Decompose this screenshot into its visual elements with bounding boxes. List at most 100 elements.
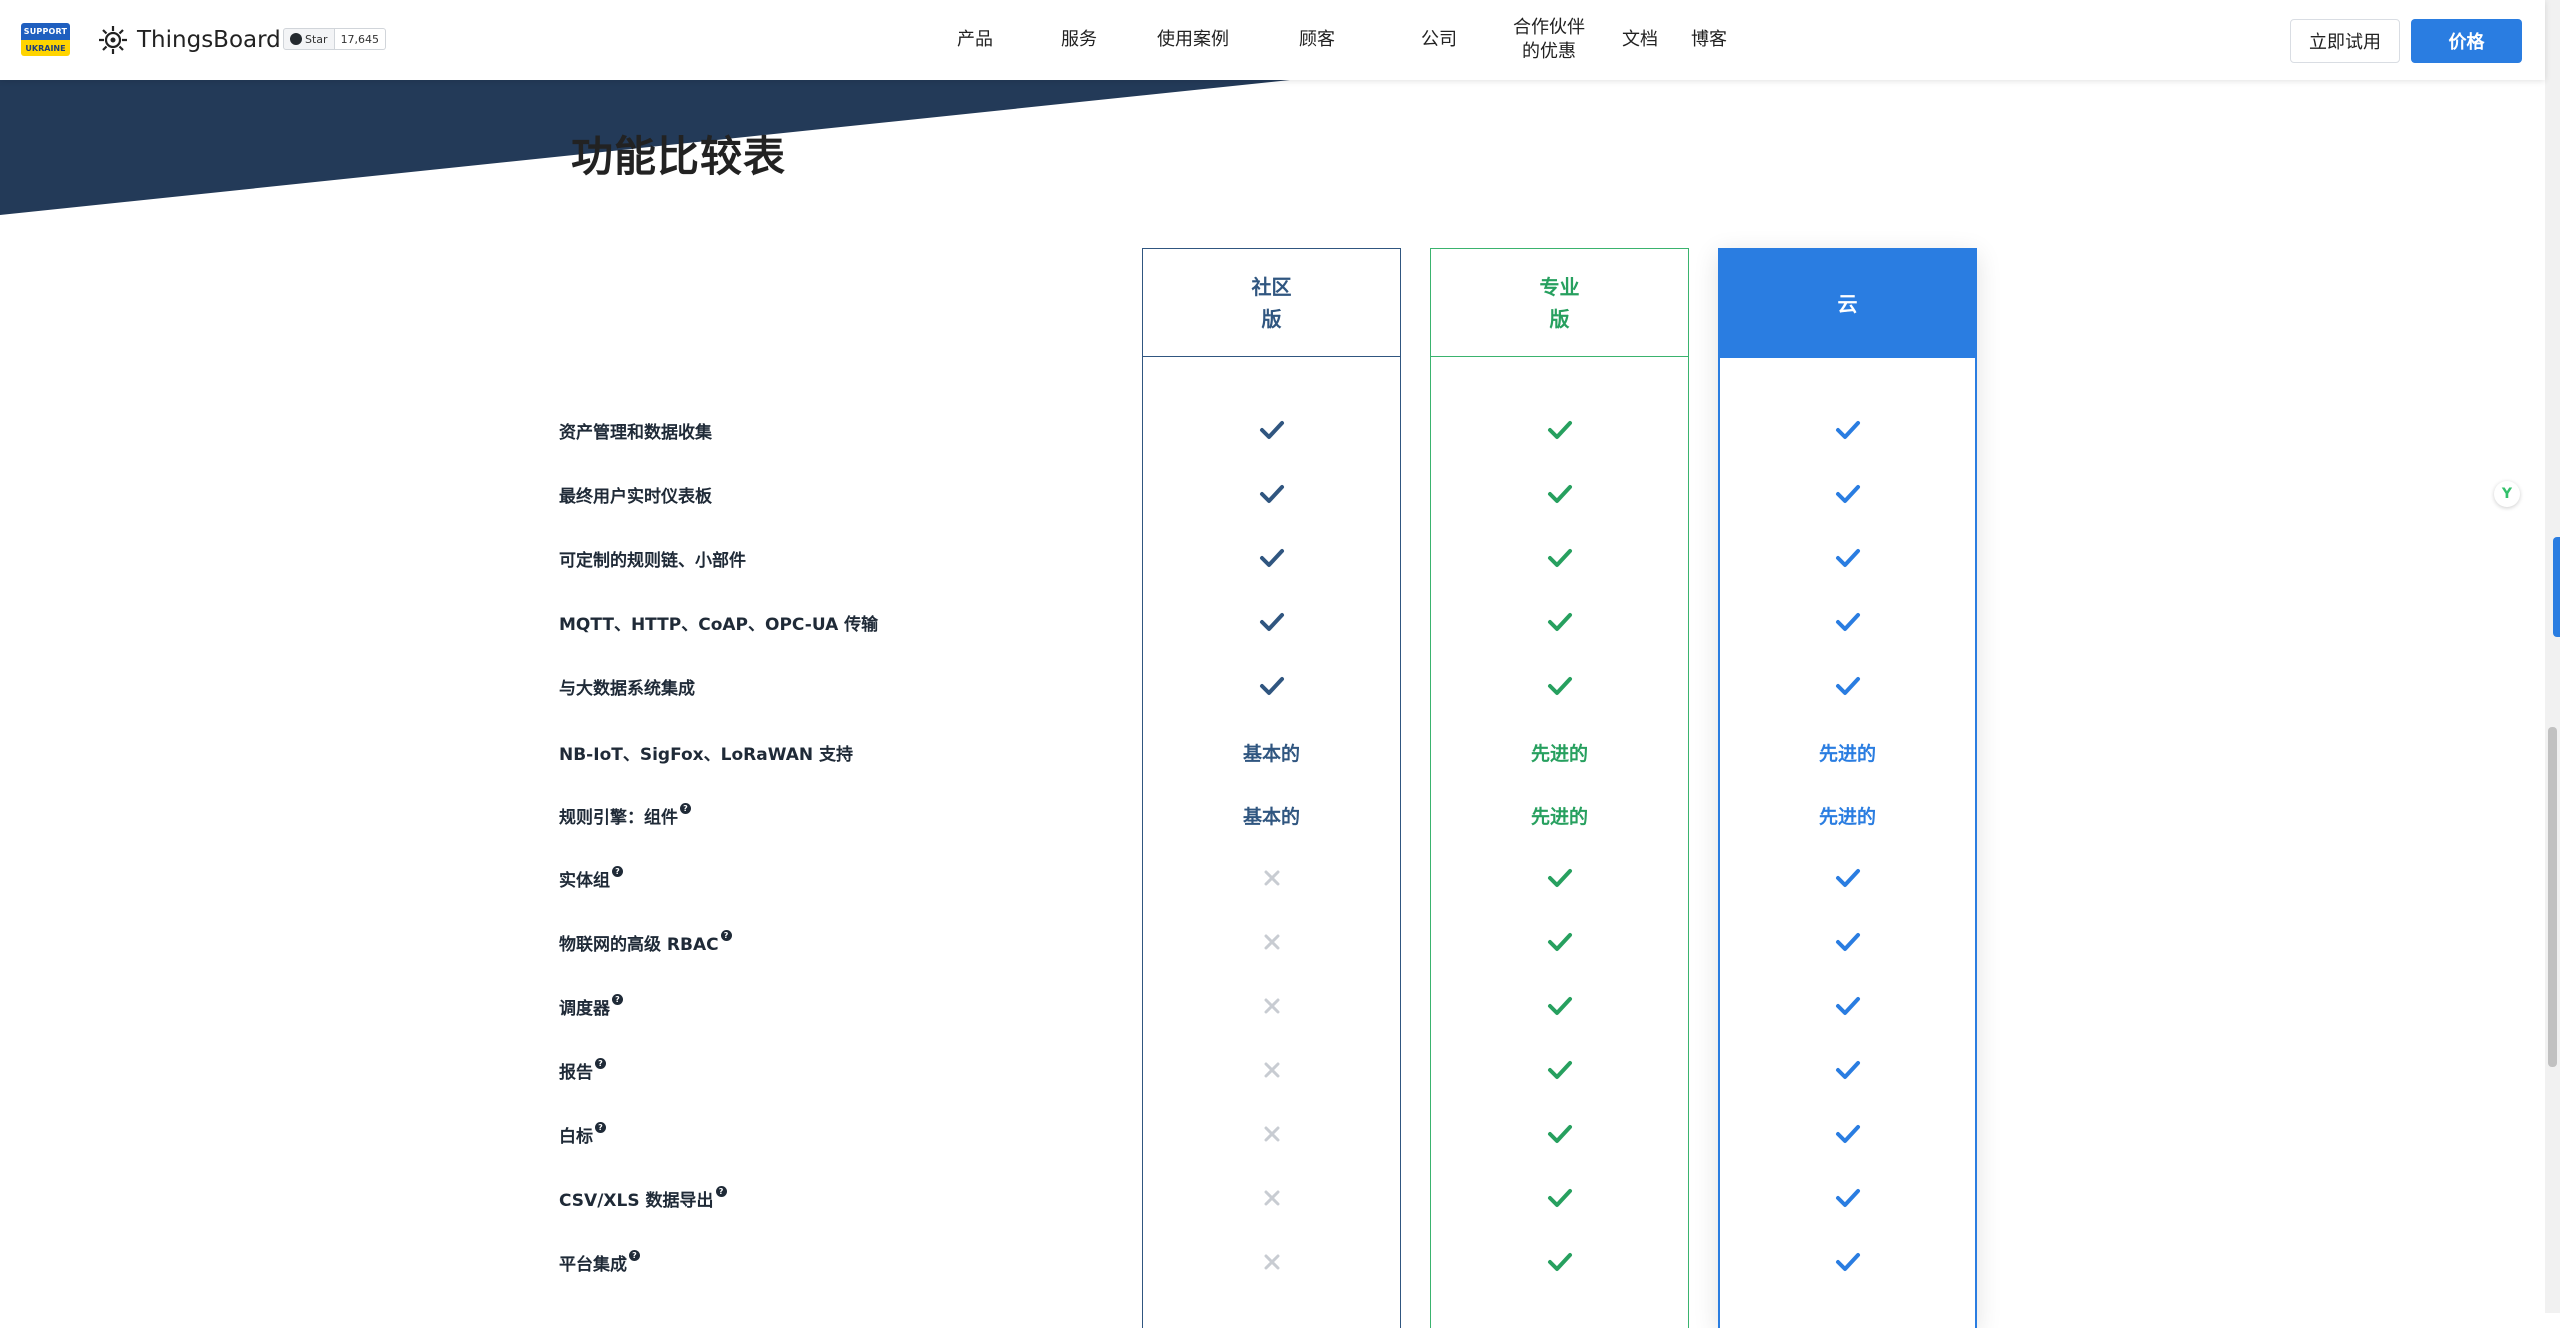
feature-label-text: 白标: [559, 1126, 593, 1147]
check-icon: [1718, 538, 1977, 578]
feature-label: MQTT、HTTP、CoAP、OPC-UA 传输: [559, 602, 878, 642]
check-icon: [1430, 602, 1689, 642]
question-icon[interactable]: ?: [680, 802, 691, 814]
nav-docs[interactable]: 文档: [1617, 0, 1663, 80]
check-icon: [1718, 922, 1977, 962]
scrollbar-track[interactable]: [2545, 0, 2560, 1313]
question-icon[interactable]: ?: [612, 993, 623, 1005]
plan-header-community[interactable]: 社区版: [1143, 249, 1400, 357]
feature-row: MQTT、HTTP、CoAP、OPC-UA 传输: [0, 602, 2545, 642]
feature-label-text: 调度器: [559, 998, 610, 1019]
github-star-count[interactable]: 17,645: [334, 28, 387, 50]
feature-label: CSV/XLS 数据导出?: [559, 1178, 727, 1218]
feature-level-text: 先进的: [1818, 805, 1876, 828]
feature-label-text: 规则引擎：组件: [559, 807, 678, 828]
feature-label: 资产管理和数据收集: [559, 410, 712, 450]
question-icon[interactable]: ?: [595, 1121, 606, 1133]
feature-row: 调度器?: [0, 986, 2545, 1026]
feature-label: 物联网的高级 RBAC?: [559, 922, 732, 962]
github-star-button[interactable]: Star: [283, 28, 335, 50]
check-icon: [1430, 538, 1689, 578]
check-icon: [1142, 474, 1401, 514]
feature-label-text: 平台集成: [559, 1254, 627, 1275]
feature-label: 平台集成?: [559, 1242, 640, 1282]
feature-level-text: 先进的: [1818, 742, 1876, 765]
check-icon: [1142, 602, 1401, 642]
chat-widget-icon[interactable]: Y: [2494, 481, 2520, 507]
nav-use-cases[interactable]: 使用案例: [1153, 0, 1233, 80]
cross-icon: [1142, 922, 1401, 962]
feature-level-text: 基本的: [1242, 805, 1300, 828]
question-icon[interactable]: ?: [612, 865, 623, 877]
nav-partners[interactable]: 合作伙伴的优惠: [1510, 0, 1588, 80]
check-icon: [1430, 922, 1689, 962]
support-ukraine-badge[interactable]: SUPPORT UKRAINE: [21, 23, 70, 56]
feature-label-text: 与大数据系统集成: [559, 678, 695, 699]
plan-header-professional[interactable]: 专业版: [1431, 249, 1688, 357]
github-star-label: Star: [305, 32, 328, 46]
cross-icon: [1142, 1242, 1401, 1282]
brand-logo[interactable]: ThingsBoard: [95, 22, 281, 58]
cross-icon: [1142, 858, 1401, 898]
feature-label: 可定制的规则链、小部件: [559, 538, 746, 578]
check-icon: [1430, 410, 1689, 450]
brand-name: ThingsBoard: [137, 27, 281, 53]
question-icon[interactable]: ?: [715, 1185, 727, 1197]
badge-line1: SUPPORT: [21, 23, 70, 40]
cross-icon: [1142, 1050, 1401, 1090]
feature-label: 调度器?: [559, 986, 623, 1026]
question-icon[interactable]: ?: [720, 929, 732, 941]
side-feedback-tab[interactable]: [2553, 537, 2560, 637]
cross-icon: [1142, 1178, 1401, 1218]
github-star-widget[interactable]: Star 17,645: [283, 28, 387, 50]
nav-blog[interactable]: 博客: [1686, 0, 1732, 80]
feature-label-text: NB-IoT、SigFox、LoRaWAN 支持: [559, 744, 854, 765]
nav-services[interactable]: 服务: [1056, 0, 1102, 80]
feature-label: 与大数据系统集成: [559, 666, 695, 706]
feature-label-text: CSV/XLS 数据导出: [559, 1190, 714, 1211]
feature-row: NB-IoT、SigFox、LoRaWAN 支持 基本的 先进的 先进的: [0, 732, 2545, 772]
scrollbar-thumb[interactable]: [2548, 727, 2557, 1067]
feature-row: 报告?: [0, 1050, 2545, 1090]
feature-row: 资产管理和数据收集: [0, 410, 2545, 450]
check-icon: [1718, 1242, 1977, 1282]
check-icon: [1430, 1114, 1689, 1154]
check-icon: [1142, 538, 1401, 578]
feature-label-text: 实体组: [559, 870, 610, 891]
try-now-button[interactable]: 立即试用: [2290, 19, 2400, 63]
check-icon: [1718, 1178, 1977, 1218]
check-icon: [1718, 410, 1977, 450]
site-header: SUPPORT UKRAINE ThingsBoard Star 17,645 …: [0, 0, 2545, 80]
check-icon: [1718, 858, 1977, 898]
feature-label-text: 物联网的高级 RBAC: [559, 934, 719, 955]
check-icon: [1430, 858, 1689, 898]
nav-products[interactable]: 产品: [952, 0, 998, 80]
check-icon: [1718, 666, 1977, 706]
check-icon: [1430, 1050, 1689, 1090]
feature-row: 与大数据系统集成: [0, 666, 2545, 706]
check-icon: [1718, 1114, 1977, 1154]
feature-row: 可定制的规则链、小部件: [0, 538, 2545, 578]
feature-row: 白标?: [0, 1114, 2545, 1154]
feature-row: 最终用户实时仪表板: [0, 474, 2545, 514]
check-icon: [1430, 666, 1689, 706]
check-icon: [1430, 1178, 1689, 1218]
feature-label-text: MQTT、HTTP、CoAP、OPC-UA 传输: [559, 614, 879, 635]
feature-label: 规则引擎：组件?: [559, 795, 691, 835]
check-icon: [1430, 986, 1689, 1026]
badge-line2: UKRAINE: [21, 40, 70, 56]
check-icon: [1142, 666, 1401, 706]
check-icon: [1718, 986, 1977, 1026]
question-icon[interactable]: ?: [595, 1057, 606, 1069]
feature-label: 报告?: [559, 1050, 606, 1090]
check-icon: [1430, 1242, 1689, 1282]
nav-customers[interactable]: 顾客: [1294, 0, 1340, 80]
question-icon[interactable]: ?: [629, 1249, 640, 1261]
feature-label-text: 可定制的规则链、小部件: [559, 550, 746, 571]
plan-header-cloud[interactable]: 云: [1720, 250, 1975, 358]
pricing-button[interactable]: 价格: [2411, 19, 2522, 63]
feature-row: CSV/XLS 数据导出?: [0, 1178, 2545, 1218]
feature-label-text: 报告: [559, 1062, 593, 1083]
nav-company[interactable]: 公司: [1416, 0, 1462, 80]
section-title: 功能比较表: [571, 132, 787, 181]
